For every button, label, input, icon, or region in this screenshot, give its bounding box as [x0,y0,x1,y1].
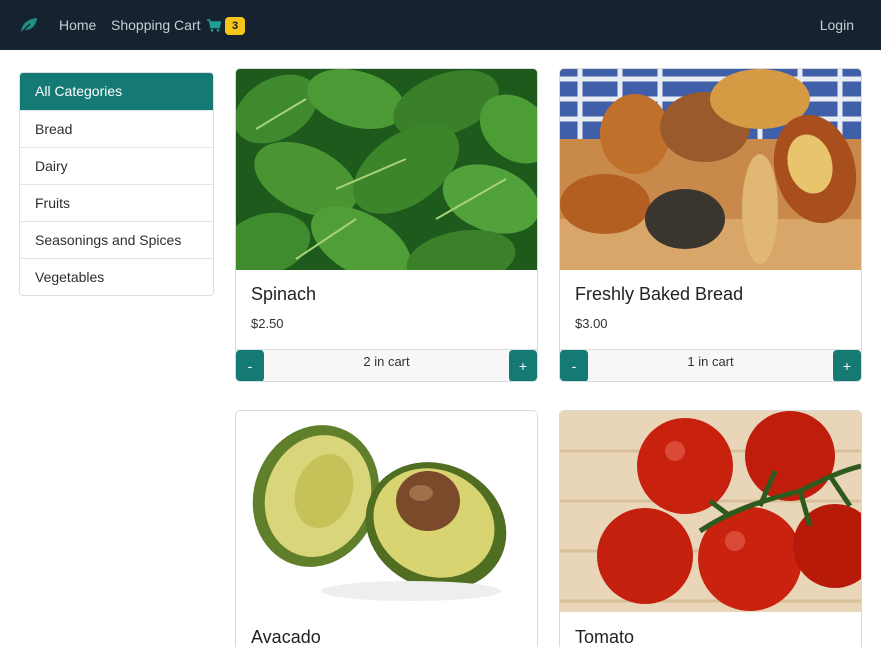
login-link[interactable]: Login [820,17,854,34]
category-vegetables[interactable]: Vegetables [20,258,213,295]
product-name: Freshly Baked Bread [575,284,744,304]
cart-icon[interactable] [207,19,221,32]
product-price: $2.50 [251,316,284,331]
in-cart-count: 2 in cart [363,354,410,369]
category-bread[interactable]: Bread [20,110,213,147]
increase-quantity-button[interactable]: + [509,350,537,381]
category-fruits[interactable]: Fruits [20,184,213,221]
product-card: Spinach $2.50 2 in cart - + [235,68,538,382]
decrease-quantity-button[interactable]: - [236,350,264,381]
decrease-quantity-button[interactable]: - [560,350,588,381]
category-all[interactable]: All Categories [20,73,213,110]
spinach-image [236,69,537,270]
product-card: Tomato [559,410,862,647]
nav-shopping-cart-link[interactable]: Shopping Cart [111,17,201,34]
product-price: $3.00 [575,316,608,331]
product-name: Tomato [575,627,635,647]
category-sidebar: All Categories Bread Dairy Fruits Season… [19,72,214,296]
increase-quantity-button[interactable]: + [833,350,861,381]
top-navbar: Home Shopping Cart 3 Login [0,0,881,50]
product-card: Freshly Baked Bread $3.00 1 in cart - + [559,68,862,382]
leaf-icon[interactable] [19,15,39,35]
product-name: Spinach [251,284,317,304]
category-seasonings-and-spices[interactable]: Seasonings and Spices [20,221,213,258]
product-card: Avacado [235,410,538,647]
cart-controls: 2 in cart - + [236,349,537,381]
bread-image [560,69,861,270]
nav-home-link[interactable]: Home [59,17,96,34]
product-name: Avacado [251,627,321,647]
cart-count-badge: 3 [225,17,245,35]
category-dairy[interactable]: Dairy [20,147,213,184]
cart-controls: 1 in cart - + [560,349,861,381]
tomato-image [560,411,861,612]
avocado-image [236,411,537,612]
in-cart-count: 1 in cart [687,354,734,369]
